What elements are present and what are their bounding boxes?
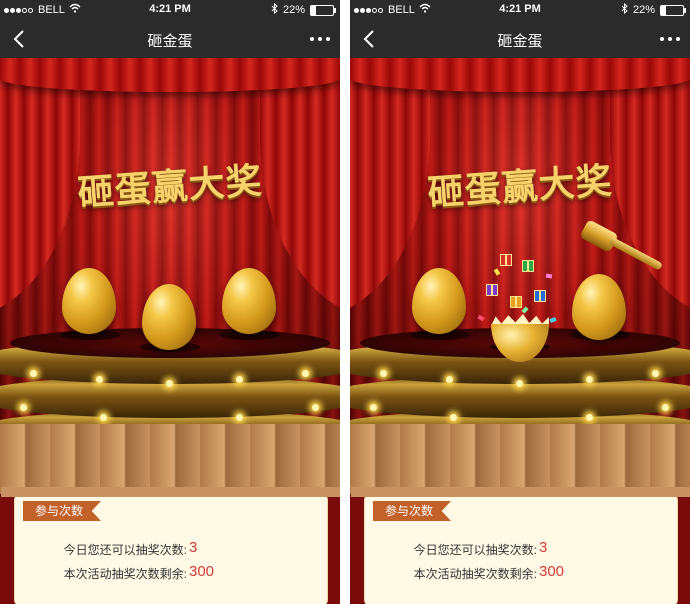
stage-light: [446, 376, 453, 383]
total-remaining-value: 300: [539, 563, 565, 580]
battery-icon: [660, 4, 686, 16]
status-right: 22%: [271, 2, 336, 17]
wooden-floor: [0, 424, 340, 494]
nav-bar: 砸金蛋: [0, 20, 340, 58]
more-dots-icon[interactable]: [310, 37, 330, 41]
stage-light: [236, 414, 243, 421]
stage-light: [586, 414, 593, 421]
battery-level: [311, 5, 316, 15]
stage-light: [450, 414, 457, 421]
battery-level: [661, 5, 666, 15]
stage-light: [380, 370, 387, 377]
battery-icon: [310, 4, 336, 16]
phone-screen-before: BELL 4:21 PM 22% 砸金蛋 砸蛋赢大奖 参与次数 今日您还可以抽奖…: [0, 0, 340, 604]
participation-tag: 参与次数: [23, 501, 102, 521]
stage-light: [652, 370, 659, 377]
stage-light: [370, 404, 377, 411]
page-title: 砸金蛋: [497, 33, 543, 50]
phone-screen-after: BELL 4:21 PM 22% 砸金蛋 砸蛋赢大奖 参与次数 今日您还可以抽奖…: [350, 0, 690, 604]
participation-tag: 参与次数: [373, 501, 452, 521]
gift-icon: [510, 296, 522, 308]
stage-light: [516, 380, 523, 387]
participation-card: 参与次数 今日您还可以抽奖次数: 3 本次活动抽奖次数剩余: 300: [351, 487, 690, 604]
stage-light: [30, 370, 37, 377]
gift-icon: [500, 254, 512, 266]
bluetooth-icon: [621, 2, 628, 17]
stage-light: [662, 404, 669, 411]
more-dots-icon[interactable]: [660, 37, 680, 41]
egg-stage: 砸蛋赢大奖: [0, 58, 340, 494]
today-remaining-value: 3: [189, 539, 198, 556]
stage-light: [312, 404, 319, 411]
gift-icon: [534, 290, 546, 302]
curtain-valance: [0, 58, 340, 92]
wooden-floor: [350, 424, 690, 494]
gift-icon: [522, 260, 534, 272]
stage-light: [586, 376, 593, 383]
today-remaining-label: 今日您还可以抽奖次数:: [63, 543, 187, 557]
curtain-valance: [350, 58, 690, 92]
page-title: 砸金蛋: [147, 33, 193, 50]
gift-icon: [486, 284, 498, 296]
today-remaining-label: 今日您还可以抽奖次数:: [413, 543, 537, 557]
today-remaining-value: 3: [539, 539, 548, 556]
participation-card: 参与次数 今日您还可以抽奖次数: 3 本次活动抽奖次数剩余: 300: [1, 487, 340, 604]
confetti: [545, 273, 553, 279]
battery-percent: 22%: [282, 4, 305, 16]
bluetooth-icon: [271, 2, 278, 17]
stage-light: [20, 404, 27, 411]
battery-percent: 22%: [632, 4, 655, 16]
status-right: 22%: [621, 2, 686, 17]
total-remaining-label: 本次活动抽奖次数剩余:: [63, 567, 187, 581]
stage-light: [302, 370, 309, 377]
total-remaining-label: 本次活动抽奖次数剩余:: [413, 567, 537, 581]
total-remaining-value: 300: [189, 563, 215, 580]
status-bar: BELL 4:21 PM 22%: [350, 0, 690, 20]
stage-light: [100, 414, 107, 421]
stage-light: [166, 380, 173, 387]
stage-light: [96, 376, 103, 383]
egg-stage: 砸蛋赢大奖: [350, 58, 690, 494]
stage-light: [236, 376, 243, 383]
status-bar: BELL 4:21 PM 22%: [0, 0, 340, 20]
nav-bar: 砸金蛋: [350, 20, 690, 58]
